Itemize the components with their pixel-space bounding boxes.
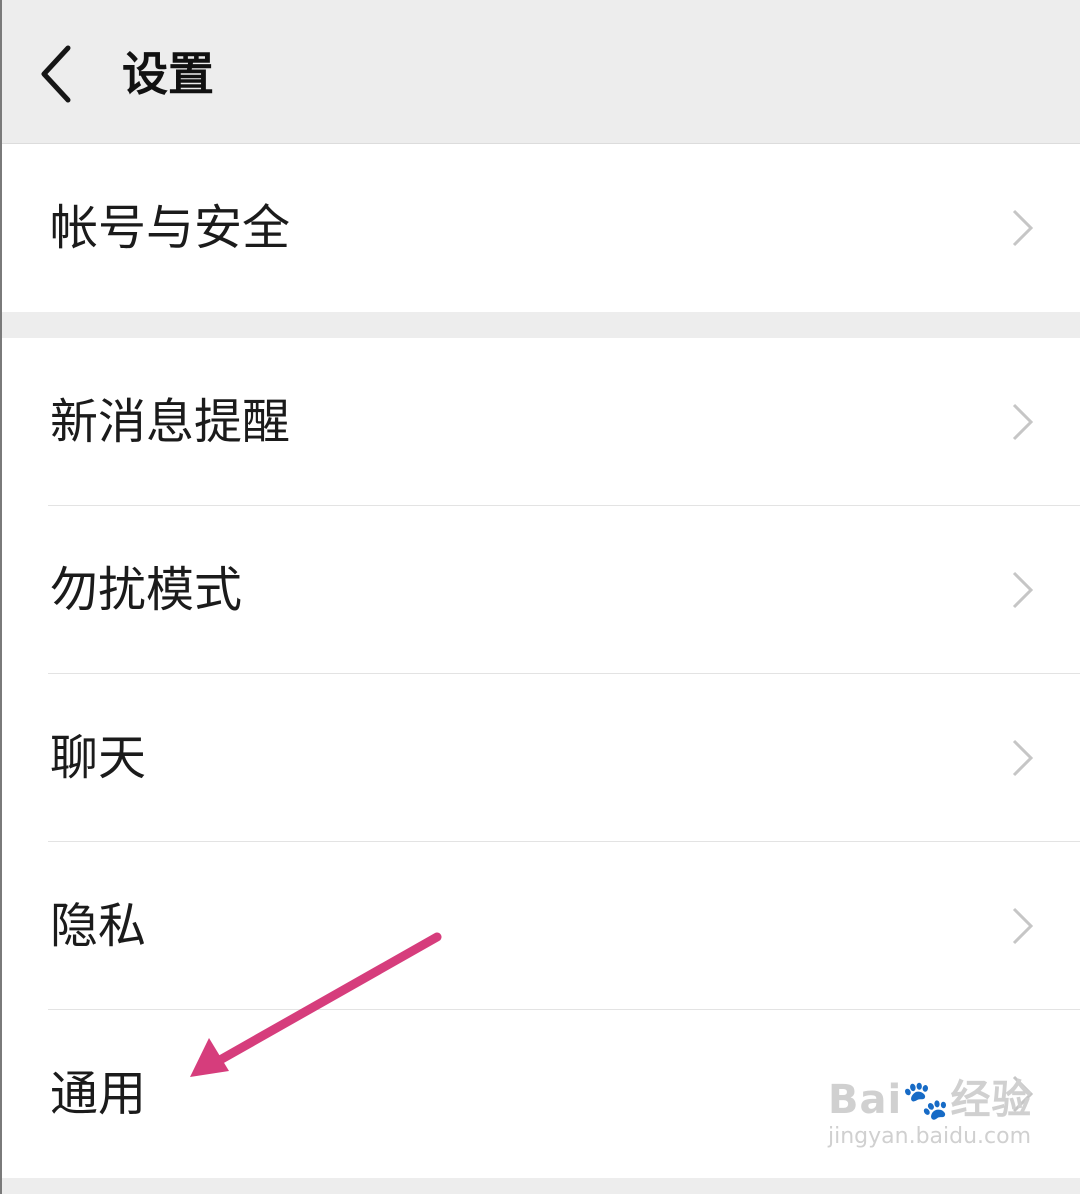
settings-item-do-not-disturb[interactable]: 勿扰模式: [0, 506, 1080, 674]
chevron-right-icon: [1012, 571, 1034, 609]
top-bar: 设置: [0, 0, 1080, 144]
settings-item-label: 通用: [50, 1066, 147, 1122]
settings-item-account-security[interactable]: 帐号与安全: [0, 144, 1080, 312]
settings-item-label: 新消息提醒: [50, 394, 291, 450]
watermark-url: jingyan.baidu.com: [828, 1124, 1032, 1149]
paw-icon: 🐾: [902, 1078, 951, 1122]
settings-group-main: 新消息提醒 勿扰模式 聊天 隐私 通用: [0, 338, 1080, 1178]
settings-item-new-message-alerts[interactable]: 新消息提醒: [0, 338, 1080, 506]
page-title: 设置: [122, 47, 214, 101]
chevron-right-icon: [1012, 907, 1034, 945]
settings-item-privacy[interactable]: 隐私: [0, 842, 1080, 1010]
chevron-right-icon: [1012, 209, 1034, 247]
back-button[interactable]: [30, 36, 90, 112]
settings-item-chat[interactable]: 聊天: [0, 674, 1080, 842]
settings-item-label: 隐私: [50, 898, 147, 954]
settings-item-label: 帐号与安全: [50, 200, 291, 256]
screen-edge: [0, 0, 2, 1194]
watermark-brand: Bai🐾经验: [828, 1078, 1033, 1122]
settings-group-account: 帐号与安全: [0, 144, 1080, 312]
chevron-left-icon: [41, 45, 71, 103]
settings-item-label: 聊天: [50, 730, 147, 786]
chevron-right-icon: [1012, 739, 1034, 777]
baidu-jingyan-watermark: Bai🐾经验 jingyan.baidu.com: [828, 1078, 1033, 1150]
settings-item-label: 勿扰模式: [50, 562, 243, 618]
watermark-brand-text: Bai: [828, 1077, 903, 1123]
watermark-brand-suffix: 经验: [950, 1077, 1033, 1123]
chevron-right-icon: [1012, 403, 1034, 441]
